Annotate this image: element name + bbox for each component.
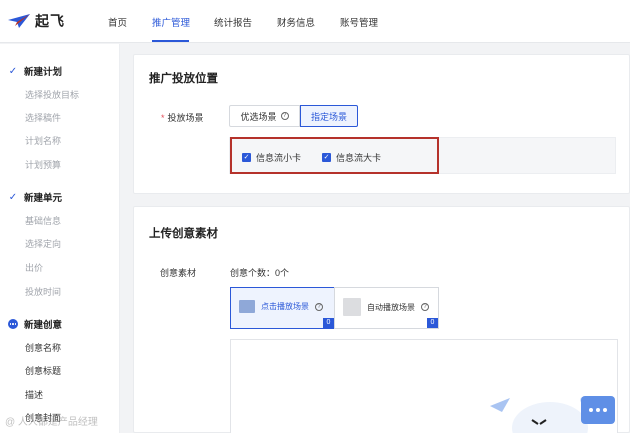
image-thumbnail-icon [343, 298, 361, 316]
placement-card: 推广投放位置 * 投放场景 优选场景 ? 指定场景 ✓ 信息流小卡 ✓ 信息流大卡 [133, 54, 630, 194]
substep-select-goal[interactable]: 选择投放目标 [25, 88, 79, 101]
top-nav-bar: 起飞 首页 推广管理 统计报告 财务信息 账号管理 [0, 0, 630, 43]
creative-upload-title: 上传创意素材 [149, 228, 218, 240]
nav-account-management[interactable]: 账号管理 [340, 15, 378, 29]
nav-stats-report[interactable]: 统计报告 [214, 15, 252, 29]
substep-description[interactable]: 描述 [25, 388, 43, 401]
substep-schedule[interactable]: 投放时间 [25, 285, 61, 298]
brand-logo[interactable]: 起飞 [8, 11, 65, 31]
mascot-illustration [490, 397, 588, 433]
creative-count: 创意个数：0个 [230, 268, 290, 278]
checkbox-checked-icon: ✓ [322, 153, 331, 162]
substep-creative-name[interactable]: 创意名称 [25, 341, 61, 354]
step-new-plan[interactable]: ✓ 新建计划 [8, 64, 63, 79]
nav-active-indicator [152, 40, 189, 42]
placement-title: 推广投放位置 [149, 73, 218, 85]
auto-play-scene-tile[interactable]: 自动播放场景 ? 0 [334, 287, 439, 329]
check-icon: ✓ [8, 65, 18, 77]
preferred-scene-option[interactable]: 优选场景 ? [229, 105, 300, 127]
substep-targeting[interactable]: 选择定向 [25, 237, 61, 250]
paper-plane-icon [8, 14, 30, 28]
substep-select-manuscript[interactable]: 选择稿件 [25, 111, 61, 124]
step-new-unit[interactable]: ✓ 新建单元 [8, 190, 63, 205]
creative-material-label: 创意素材 [160, 268, 197, 278]
step-sidebar: ✓ 新建计划 选择投放目标 选择稿件 计划名称 计划预算 ✓ 新建单元 基础信息… [0, 44, 120, 433]
substep-basic-info[interactable]: 基础信息 [25, 214, 61, 227]
scene-label: * 投放场景 [161, 113, 204, 123]
count-badge: 0 [427, 318, 438, 328]
video-thumbnail-icon [239, 300, 255, 313]
help-icon[interactable]: ? [315, 302, 323, 311]
substep-bid[interactable]: 出价 [25, 261, 43, 274]
feed-small-card-checkbox[interactable]: ✓ 信息流小卡 [242, 151, 301, 164]
specified-scene-option[interactable]: 指定场景 [300, 105, 358, 127]
check-icon: ✓ [8, 191, 18, 203]
help-icon[interactable]: ? [421, 303, 429, 311]
feed-large-card-checkbox[interactable]: ✓ 信息流大卡 [322, 151, 381, 164]
step-title: 新建计划 [24, 67, 63, 78]
step-title: 新建单元 [24, 193, 63, 204]
nav-promotion-management[interactable]: 推广管理 [152, 15, 190, 29]
nav-home[interactable]: 首页 [108, 15, 127, 29]
nav-finance-info[interactable]: 财务信息 [277, 15, 315, 29]
click-play-scene-tile[interactable]: 点击播放场景 ? 0 [230, 287, 335, 329]
help-icon[interactable]: ? [280, 112, 289, 120]
current-step-icon [8, 319, 18, 329]
substep-plan-budget[interactable]: 计划预算 [25, 158, 61, 171]
step-title: 新建创意 [24, 320, 63, 331]
watermark-text: @ 人人都是产品经理 [5, 417, 98, 428]
substep-plan-name[interactable]: 计划名称 [25, 134, 61, 147]
substep-creative-title[interactable]: 创意标题 [25, 364, 61, 377]
checkbox-checked-icon: ✓ [242, 153, 251, 162]
chat-support-icon[interactable] [581, 396, 615, 424]
brand-name: 起飞 [35, 14, 65, 30]
step-new-creative[interactable]: 新建创意 [8, 317, 62, 331]
count-badge: 0 [323, 318, 334, 328]
